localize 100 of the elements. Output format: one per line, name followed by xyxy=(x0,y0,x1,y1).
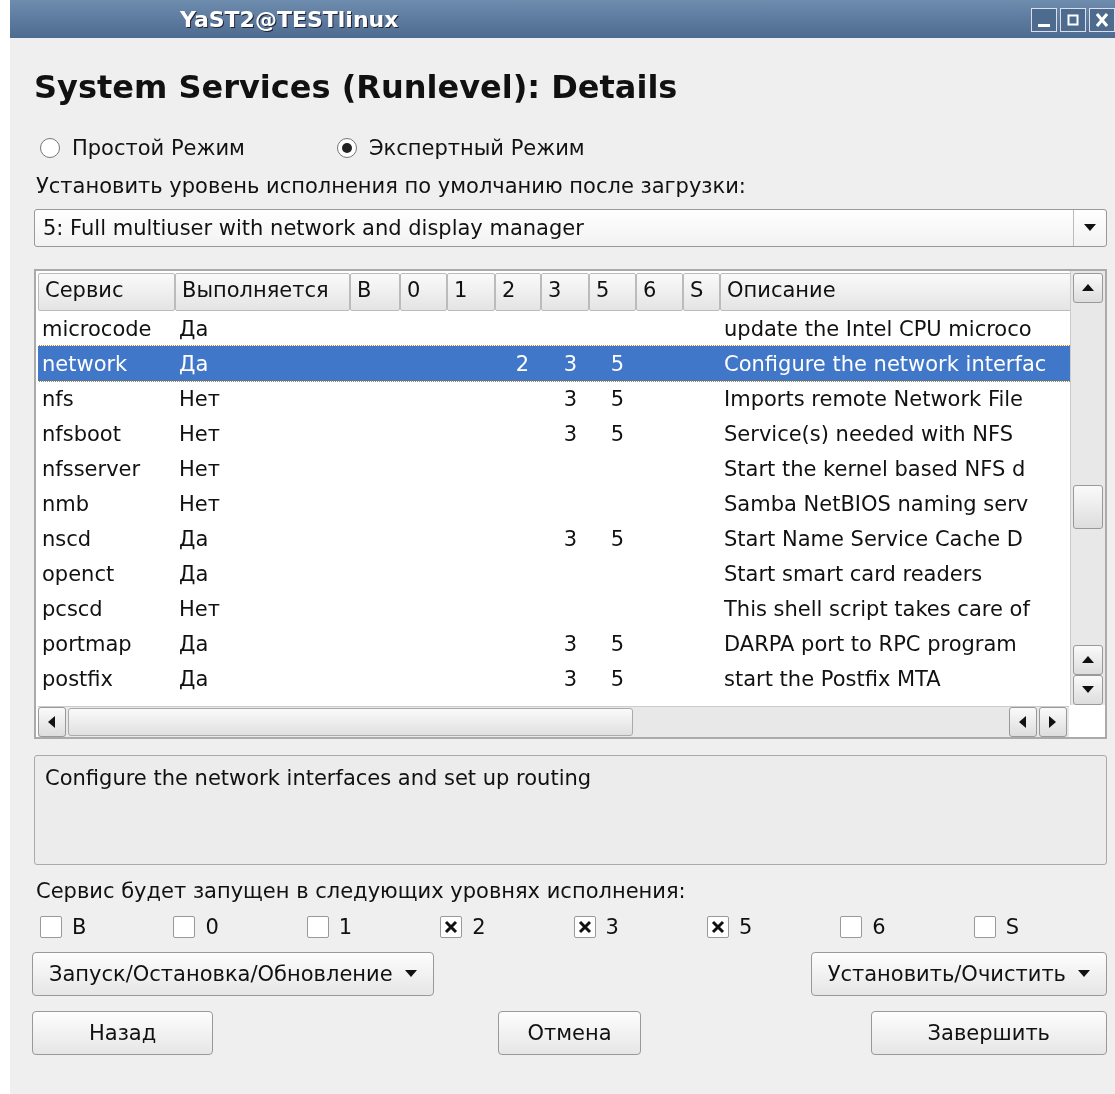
vertical-scrollbar[interactable] xyxy=(1070,271,1105,705)
column-header[interactable]: 0 xyxy=(400,273,447,311)
scroll-up-button[interactable] xyxy=(1073,273,1103,303)
caret-icon xyxy=(1078,970,1090,978)
description-text: Configure the network interfaces and set up routing xyxy=(45,766,592,790)
table-cell: nmb xyxy=(42,491,90,516)
table-row[interactable]: nfsboot Нет 3 5 Service(s) needed with NFS xyxy=(38,416,1073,451)
table-row[interactable]: nmb Нет Samba NetBIOS naming serv xyxy=(38,486,1073,521)
table-row[interactable]: postfix Да 3 5 start the Postfix MTA xyxy=(38,661,1073,696)
scroll-left-button[interactable] xyxy=(1009,707,1037,737)
table-cell: Service(s) needed with NFS xyxy=(724,421,1013,446)
table-cell: 5 xyxy=(610,386,624,411)
runlevel-dropdown[interactable]: 5: Full multiuser with network and display manager xyxy=(34,209,1107,247)
table-cell: Imports remote Network File xyxy=(724,386,1024,411)
table-row[interactable]: nfs Нет 3 5 Imports remote Network File xyxy=(38,381,1073,416)
column-header[interactable]: Выполняется xyxy=(175,273,350,311)
table-cell: nfsboot xyxy=(42,421,121,446)
table-cell: nfsserver xyxy=(42,456,141,481)
runlevel-checkbox[interactable]: 6 xyxy=(840,915,974,939)
minimize-button[interactable] xyxy=(1031,8,1057,32)
scroll-down-button[interactable] xyxy=(1073,675,1103,705)
table-cell: nfs xyxy=(42,386,74,411)
runlevel-checkbox[interactable]: 0 xyxy=(173,915,307,939)
menu-button[interactable]: Запуск/Остановка/Обновление xyxy=(32,952,434,996)
runlevel-checkbox[interactable]: 3 xyxy=(573,915,707,939)
maximize-button[interactable] xyxy=(1060,8,1086,32)
column-header[interactable]: 1 xyxy=(447,273,495,311)
column-header[interactable]: 3 xyxy=(541,273,589,311)
table-cell: 5 xyxy=(610,631,624,656)
table-cell: This shell script takes care of xyxy=(724,596,1030,621)
table-cell: 3 xyxy=(563,421,577,446)
runlevel-checkbox[interactable]: B xyxy=(40,915,174,939)
scroll-right-button[interactable] xyxy=(1039,707,1067,737)
column-header[interactable]: Описание xyxy=(720,273,1072,311)
table-cell: Да xyxy=(179,316,209,341)
column-header[interactable]: 5 xyxy=(589,273,636,311)
table-cell: Start smart card readers xyxy=(724,561,983,586)
table-cell: postfix xyxy=(42,666,113,691)
table-cell: openct xyxy=(42,561,115,586)
table-row[interactable]: nfsserver Нет Start the kernel based NFS d xyxy=(38,451,1073,486)
table-cell: 2 xyxy=(515,351,529,376)
window-title: YaST2@TESTlinux xyxy=(180,6,399,32)
table-cell: portmap xyxy=(42,631,132,656)
table-cell: Да xyxy=(179,666,209,691)
table-cell: 3 xyxy=(563,631,577,656)
table-row[interactable]: network Да 2 3 5 Configure the network interfac xyxy=(38,346,1073,381)
scroll-thumb[interactable] xyxy=(68,708,633,736)
table-cell: Нет xyxy=(179,596,220,621)
table-cell: Да xyxy=(179,561,209,586)
table-cell: pcscd xyxy=(42,596,103,621)
dropdown-arrow-icon xyxy=(1084,224,1096,232)
scroll-left-button[interactable] xyxy=(38,707,66,737)
down-arrow-icon xyxy=(1082,686,1094,694)
table-cell: Да xyxy=(179,526,209,551)
horizontal-scrollbar[interactable] xyxy=(38,706,1069,737)
runlevel-checkbox[interactable]: 2 xyxy=(440,915,574,939)
table-row[interactable]: microcode Да update the Intel CPU microco xyxy=(38,311,1073,346)
cross-mark-icon xyxy=(577,920,592,934)
table-cell: Start the kernel based NFS d xyxy=(724,456,1026,481)
minimize-icon xyxy=(1038,23,1050,27)
column-header[interactable]: 2 xyxy=(495,273,541,311)
runlevel-checkbox[interactable]: 1 xyxy=(306,915,441,939)
table-row[interactable]: pcscd Нет This shell script takes care of xyxy=(38,591,1073,626)
runlevel-label: Установить уровень исполнения по умолчанию после загрузки: xyxy=(36,174,747,198)
table-row[interactable]: portmap Да 3 5 DARPA port to RPC program xyxy=(38,626,1073,661)
table-row[interactable]: nscd Да 3 5 Start Name Service Cache D xyxy=(38,521,1073,556)
table-cell: network xyxy=(42,351,128,376)
left-arrow-icon xyxy=(48,716,56,728)
mode-radio-button[interactable]: Простой Режим xyxy=(40,136,245,160)
runlevels-label: Сервис будет запущен в следующих уровнях исполнения: xyxy=(36,879,687,903)
table-row[interactable]: openct Да Start smart card readers xyxy=(38,556,1073,591)
maximize-icon xyxy=(1067,14,1079,26)
table-cell: 3 xyxy=(563,526,577,551)
close-button[interactable] xyxy=(1089,8,1115,32)
table-cell: Нет xyxy=(179,421,220,446)
table-cell: 3 xyxy=(563,351,577,376)
column-header[interactable]: Сервис xyxy=(38,273,175,311)
cross-mark-icon xyxy=(710,920,725,934)
nav-button[interactable]: Отмена xyxy=(498,1011,641,1055)
nav-button[interactable]: Завершить xyxy=(870,1011,1107,1055)
scroll-thumb[interactable] xyxy=(1073,485,1103,529)
table-cell: Нет xyxy=(179,386,220,411)
column-header[interactable]: 6 xyxy=(636,273,683,311)
nav-button[interactable]: Назад xyxy=(32,1011,214,1055)
close-icon xyxy=(1096,13,1108,27)
table-cell: nscd xyxy=(42,526,92,551)
table-cell: start the Postfix MTA xyxy=(724,666,941,691)
column-header[interactable]: B xyxy=(350,273,400,311)
table-cell: 5 xyxy=(610,421,624,446)
left-arrow-icon xyxy=(1019,716,1027,728)
runlevel-checkbox[interactable]: S xyxy=(973,915,1107,939)
scroll-up-button[interactable] xyxy=(1073,645,1103,675)
column-header[interactable]: S xyxy=(683,273,720,311)
up-arrow-icon xyxy=(1082,656,1094,664)
table-cell: Configure the network interfac xyxy=(724,351,1047,376)
table-cell: 3 xyxy=(563,386,577,411)
runlevel-checkbox[interactable]: 5 xyxy=(706,915,841,939)
table-cell: Нет xyxy=(179,456,220,481)
menu-button[interactable]: Установить/Очистить xyxy=(810,952,1107,996)
mode-radio-button[interactable]: Экспертный Режим xyxy=(336,136,585,160)
